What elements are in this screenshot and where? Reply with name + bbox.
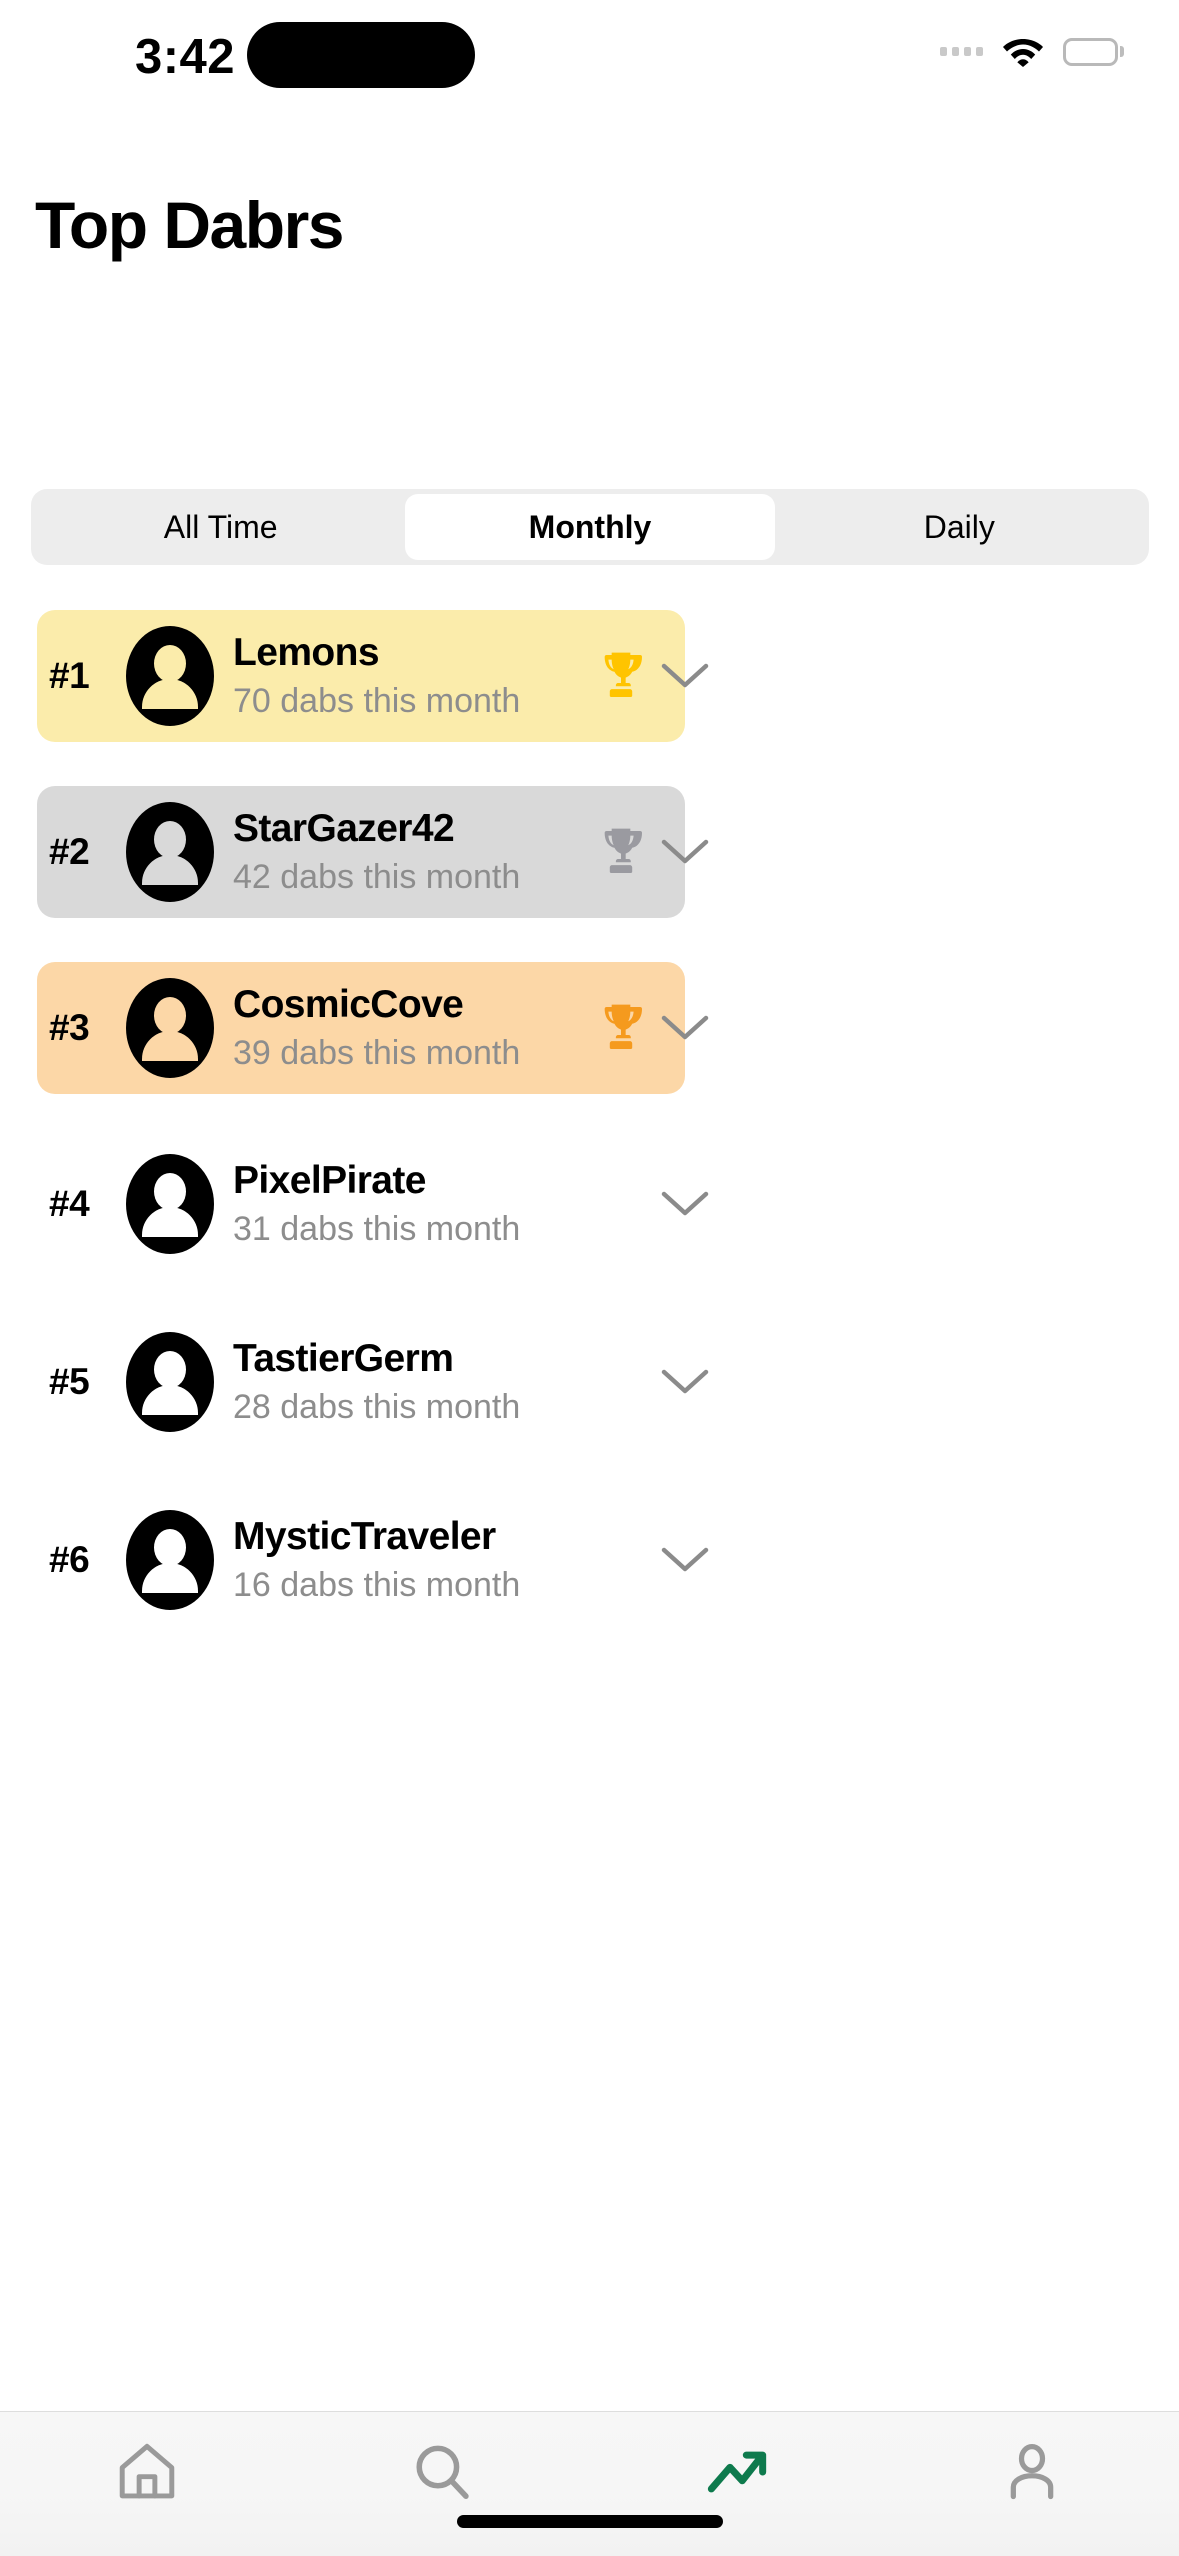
avatar — [126, 626, 214, 726]
username-label: Lemons — [233, 631, 380, 674]
chevron-down-icon[interactable] — [645, 1316, 725, 1448]
search-icon — [407, 2437, 477, 2512]
table-row[interactable]: #4 PixelPirate 31 dabs this month — [0, 1138, 1179, 1316]
row-text-block: TastierGerm 28 dabs this month — [233, 1316, 520, 1448]
row-text-block: MysticTraveler 16 dabs this month — [233, 1494, 520, 1626]
table-row[interactable]: #1 Lemons 70 dabs this month — [0, 610, 1179, 786]
home-icon — [112, 2437, 182, 2512]
chevron-down-icon[interactable] — [645, 610, 725, 742]
table-row[interactable]: #6 MysticTraveler 16 dabs this month — [0, 1494, 1179, 1672]
row-text-block: PixelPirate 31 dabs this month — [233, 1138, 520, 1270]
table-row[interactable]: #3 CosmicCove 39 dabs this month — [0, 962, 1179, 1138]
username-label: PixelPirate — [233, 1159, 426, 1202]
row-text-block: StarGazer42 42 dabs this month — [233, 786, 520, 918]
table-row[interactable]: #2 StarGazer42 42 dabs this month — [0, 786, 1179, 962]
avatar — [126, 1332, 214, 1432]
leaderboard-list: #1 Lemons 70 dabs this month #2 StarGaze… — [0, 610, 1179, 1672]
cellular-dots-icon — [940, 47, 983, 56]
row-text-block: Lemons 70 dabs this month — [233, 610, 520, 742]
battery-icon — [1063, 37, 1124, 66]
profile-icon — [997, 2437, 1067, 2512]
trophy-icon — [593, 962, 649, 1094]
page-title: Top Dabrs — [35, 188, 344, 262]
bottom-tab-bar — [0, 2411, 1179, 2556]
username-label: StarGazer42 — [233, 807, 455, 850]
chevron-down-icon[interactable] — [645, 1138, 725, 1270]
trophy-icon — [593, 610, 649, 742]
chevron-down-icon[interactable] — [645, 962, 725, 1094]
dab-count-label: 70 dabs this month — [233, 682, 521, 720]
dab-count-label: 42 dabs this month — [233, 858, 521, 896]
chevron-down-icon[interactable] — [645, 786, 725, 918]
status-bar-indicators — [940, 36, 1124, 67]
dynamic-island — [247, 22, 475, 88]
tab-monthly[interactable]: Monthly — [405, 494, 775, 560]
tab-daily[interactable]: Daily — [775, 494, 1144, 560]
trending-up-icon — [702, 2437, 772, 2512]
row-text-block: CosmicCove 39 dabs this month — [233, 962, 520, 1094]
status-bar-time: 3:42 — [134, 30, 236, 84]
dab-count-label: 31 dabs this month — [233, 1210, 521, 1248]
username-label: TastierGerm — [233, 1337, 454, 1380]
dab-count-label: 28 dabs this month — [233, 1388, 521, 1426]
table-row[interactable]: #5 TastierGerm 28 dabs this month — [0, 1316, 1179, 1494]
avatar — [126, 978, 214, 1078]
avatar — [126, 1154, 214, 1254]
username-label: CosmicCove — [233, 983, 464, 1026]
tab-search[interactable] — [295, 2434, 590, 2514]
username-label: MysticTraveler — [233, 1515, 496, 1558]
status-bar: 3:42 — [0, 0, 1179, 140]
trophy-icon — [593, 786, 649, 918]
tab-home[interactable] — [0, 2434, 295, 2514]
avatar — [126, 1510, 214, 1610]
timeframe-segmented-control[interactable]: All Time Monthly Daily — [31, 489, 1149, 565]
tab-trending[interactable] — [590, 2434, 885, 2514]
tab-all-time[interactable]: All Time — [36, 494, 405, 560]
dab-count-label: 39 dabs this month — [233, 1034, 521, 1072]
chevron-down-icon[interactable] — [645, 1494, 725, 1626]
tab-profile[interactable] — [884, 2434, 1179, 2514]
dab-count-label: 16 dabs this month — [233, 1566, 521, 1604]
avatar — [126, 802, 214, 902]
home-indicator-bar — [456, 2515, 723, 2528]
wifi-icon — [1002, 36, 1044, 67]
